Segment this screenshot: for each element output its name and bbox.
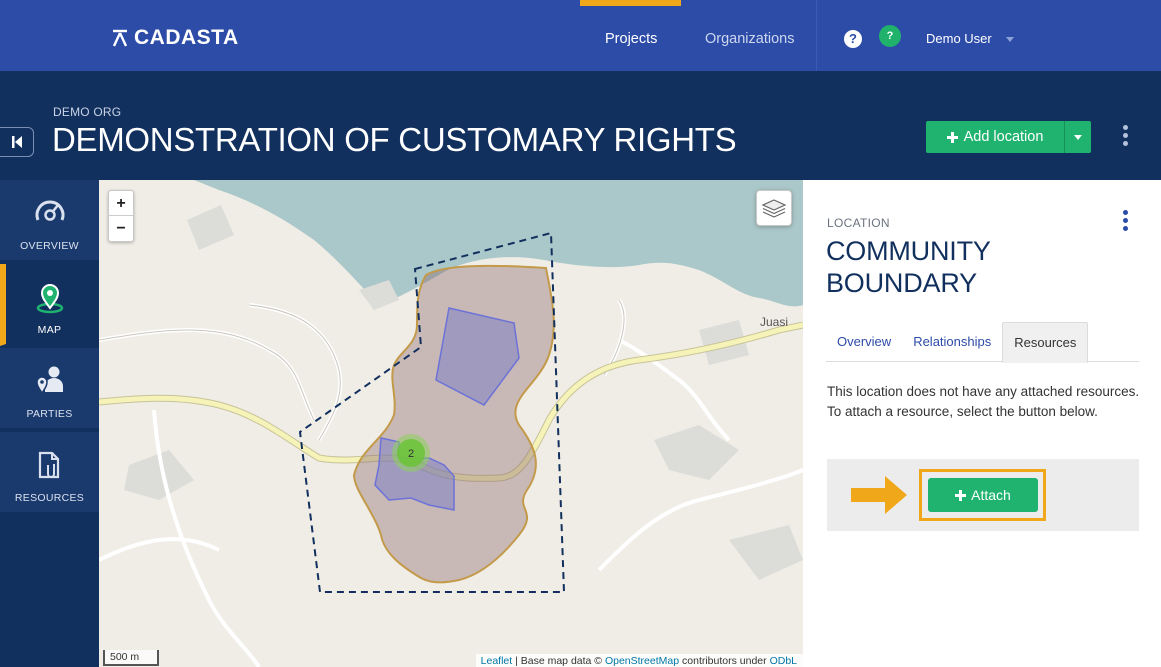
organization-name: DEMO ORG: [53, 105, 122, 119]
sidebar: OVERVIEW MAP PARTIES RESOURCES: [0, 180, 99, 667]
nav-organizations[interactable]: Organizations: [705, 31, 794, 47]
page-title: DEMONSTRATION OF CUSTOMARY RIGHTS: [52, 121, 737, 158]
add-location-button-group: Add location: [926, 121, 1091, 153]
cadasta-logo-icon: [112, 29, 128, 47]
chevron-down-icon: [1074, 134, 1082, 140]
add-location-label: Add location: [963, 129, 1044, 145]
party-user-icon: [35, 366, 63, 394]
location-detail-panel: LOCATION COMMUNITY BOUNDARY Overview Rel…: [803, 180, 1161, 667]
project-more-menu[interactable]: [1123, 125, 1128, 146]
sidebar-item-parties[interactable]: PARTIES: [0, 348, 99, 430]
layers-button[interactable]: [756, 190, 792, 226]
zoom-control: + −: [108, 190, 134, 242]
location-type-label: LOCATION: [827, 216, 890, 230]
collapse-sidebar-button[interactable]: [0, 127, 34, 157]
plus-icon: [946, 131, 958, 143]
sidebar-item-label: OVERVIEW: [20, 240, 79, 252]
tab-relationships[interactable]: Relationships: [902, 322, 1002, 362]
sidebar-item-overview[interactable]: OVERVIEW: [0, 180, 99, 262]
location-name: COMMUNITY BOUNDARY: [826, 236, 991, 298]
nav-projects[interactable]: Projects: [605, 31, 657, 47]
top-navbar: CADASTA Projects Organizations ? ? Demo …: [0, 0, 1161, 71]
location-more-menu[interactable]: [1123, 210, 1128, 231]
notification-badge[interactable]: ?: [879, 25, 901, 47]
sidebar-item-label: RESOURCES: [14, 492, 85, 504]
dashboard-gauge-icon: [35, 200, 64, 221]
attach-label: Attach: [971, 487, 1011, 503]
cluster-count: 2: [408, 448, 414, 460]
help-icon[interactable]: ?: [844, 30, 862, 48]
layers-icon: [761, 199, 787, 218]
project-header: DEMO ORG DEMONSTRATION OF CUSTOMARY RIGH…: [0, 71, 1161, 180]
user-name: Demo User: [926, 31, 992, 46]
add-location-button[interactable]: Add location: [926, 121, 1065, 153]
sidebar-item-map[interactable]: MAP: [0, 264, 99, 346]
odbl-link[interactable]: ODbL: [770, 655, 797, 667]
location-tabs: Overview Relationships Resources: [826, 322, 1139, 363]
tab-resources[interactable]: Resources: [1002, 322, 1089, 363]
chevron-down-icon: [1005, 37, 1014, 42]
more-icon: [1123, 125, 1128, 130]
osm-link[interactable]: OpenStreetMap: [605, 655, 679, 667]
map-pin-icon: [36, 284, 63, 314]
add-location-dropdown[interactable]: [1065, 121, 1091, 153]
sidebar-item-label: MAP: [37, 324, 62, 336]
arrow-right-icon: [851, 476, 907, 514]
nav-divider: [816, 0, 817, 71]
collapse-left-icon: [11, 136, 22, 148]
zoom-in-button[interactable]: +: [109, 191, 133, 216]
plus-icon: [955, 489, 967, 501]
attach-resource-button[interactable]: Attach: [928, 478, 1038, 512]
map-canvas[interactable]: 2: [99, 180, 803, 667]
active-nav-indicator: [580, 0, 681, 6]
tab-overview[interactable]: Overview: [826, 322, 902, 362]
document-attachment-icon: [38, 451, 59, 479]
more-icon: [1123, 210, 1128, 215]
brand-logo[interactable]: CADASTA: [112, 26, 239, 50]
map-attribution: Leaflet | Base map data © OpenStreetMap …: [475, 654, 803, 667]
brand-name: CADASTA: [134, 26, 239, 49]
empty-resources-message: This location does not have any attached…: [827, 384, 1140, 419]
leaflet-link[interactable]: Leaflet: [481, 655, 513, 667]
zoom-out-button[interactable]: −: [109, 216, 133, 241]
map-view[interactable]: 2 Juasi + − 500 m Leaflet | Base map dat…: [99, 180, 803, 667]
sidebar-item-label: PARTIES: [26, 408, 73, 420]
user-menu[interactable]: Demo User: [926, 31, 1014, 46]
attach-resource-area: Attach: [827, 459, 1139, 531]
marker-cluster[interactable]: 2: [392, 434, 430, 472]
map-place-label: Juasi: [760, 315, 789, 329]
map-scale-bar: 500 m: [103, 650, 159, 666]
sidebar-item-resources[interactable]: RESOURCES: [0, 432, 99, 514]
